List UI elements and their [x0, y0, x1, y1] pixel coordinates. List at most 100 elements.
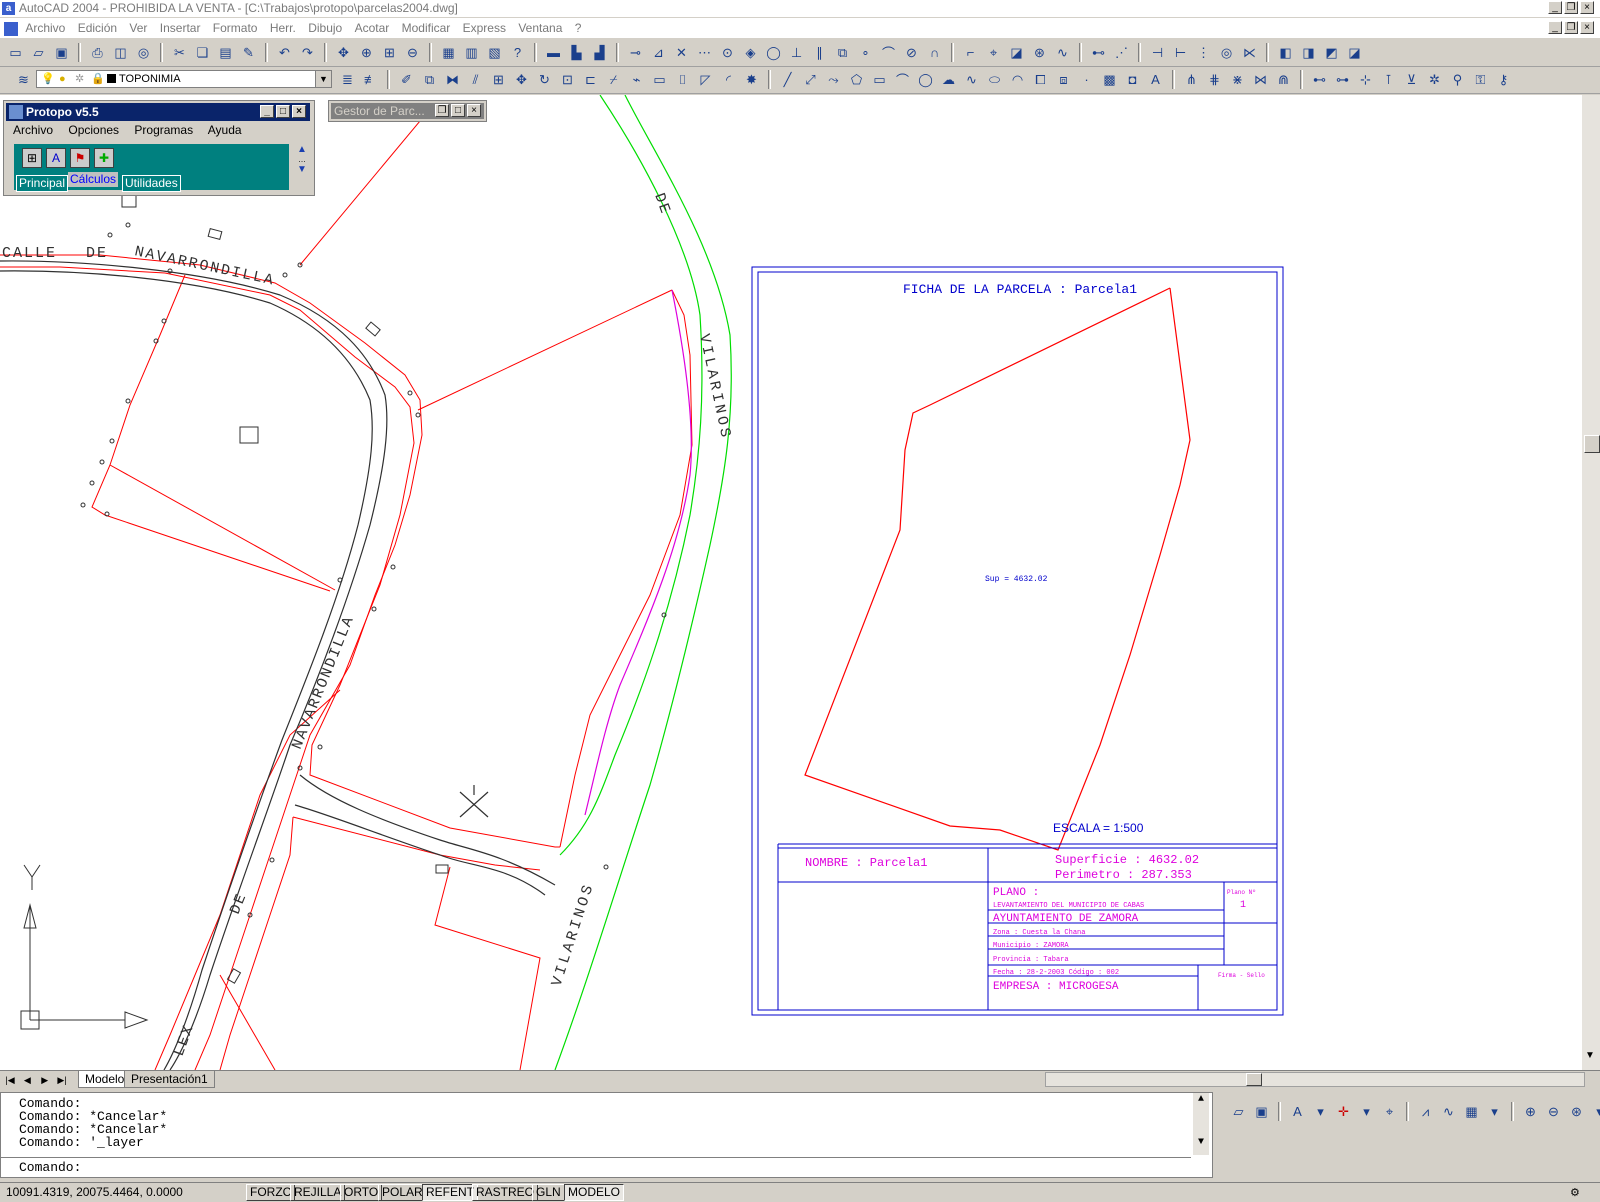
- copy-object-icon[interactable]: ⧉: [420, 70, 439, 89]
- tray-icon[interactable]: ⚙: [1570, 1184, 1580, 1202]
- gestor-restore-icon[interactable]: ❐: [435, 104, 449, 117]
- minimize-icon[interactable]: _: [1548, 1, 1562, 14]
- modify-break-icon[interactable]: ⋮: [1194, 43, 1213, 62]
- nearest-snap-icon[interactable]: ⌒: [879, 43, 898, 62]
- last-tab-icon[interactable]: ▶|: [55, 1073, 69, 1087]
- status-rastreo[interactable]: RASTREO: [472, 1184, 539, 1201]
- snap-point-icon[interactable]: ✛: [1334, 1102, 1353, 1121]
- pick-icon[interactable]: ⌖: [1380, 1102, 1399, 1121]
- layer-on-icon[interactable]: 💡: [41, 71, 55, 87]
- command-window[interactable]: Comando: Comando: *Cancelar* Comando: *C…: [0, 1092, 1213, 1178]
- doc-close-icon[interactable]: ×: [1580, 21, 1594, 34]
- scroll-thumb[interactable]: [1584, 435, 1600, 453]
- menu-herr[interactable]: Herr.: [270, 18, 296, 38]
- distance-icon[interactable]: ▬: [544, 43, 563, 62]
- match-properties-icon[interactable]: ✎: [239, 43, 258, 62]
- save-file-icon[interactable]: ▣: [1252, 1102, 1271, 1121]
- preview-icon[interactable]: ◫: [111, 43, 130, 62]
- protopo-calc-icon-3[interactable]: ⚑: [70, 148, 90, 168]
- node-snap-icon[interactable]: ∘: [856, 43, 875, 62]
- open-file-icon[interactable]: ▱: [1229, 1102, 1248, 1121]
- center-snap-icon[interactable]: ⊙: [718, 43, 737, 62]
- protopo-tool-8-icon[interactable]: ⊹: [1356, 70, 1375, 89]
- ucs-object-icon[interactable]: ◪: [1007, 43, 1026, 62]
- perpendicular-snap-icon[interactable]: ⊥: [787, 43, 806, 62]
- menu-dibujo[interactable]: Dibujo: [308, 18, 342, 38]
- hscroll-thumb[interactable]: [1246, 1073, 1262, 1086]
- status-gln[interactable]: GLN: [532, 1184, 565, 1201]
- zoom-previous-icon[interactable]: ⊖: [403, 43, 422, 62]
- profile-icon[interactable]: ⩘: [1416, 1102, 1435, 1121]
- explode-icon[interactable]: ✸: [742, 70, 761, 89]
- protopo-tool-14-icon[interactable]: ⚷: [1494, 70, 1513, 89]
- menu-ventana[interactable]: Ventana: [518, 18, 562, 38]
- dimension-icon[interactable]: ⊷: [1089, 43, 1108, 62]
- circle-icon[interactable]: ◯: [916, 70, 935, 89]
- scale-icon[interactable]: ⊡: [558, 70, 577, 89]
- command-scroll-up-icon[interactable]: ▲: [1193, 1093, 1209, 1106]
- zoom-extents-icon[interactable]: ⊛: [1567, 1102, 1586, 1121]
- osnap-settings-icon[interactable]: ∩: [925, 43, 944, 62]
- protopo-menu-archivo[interactable]: Archivo: [13, 123, 53, 137]
- move-icon[interactable]: ✥: [512, 70, 531, 89]
- parallel-snap-icon[interactable]: ∥: [810, 43, 829, 62]
- cursor-coordinates[interactable]: 10091.4319, 20075.4464, 0.0000: [6, 1183, 183, 1201]
- scroll-down-icon[interactable]: ▼: [1585, 1050, 1595, 1061]
- open-icon[interactable]: ▱: [29, 43, 48, 62]
- insert-snap-icon[interactable]: ⧉: [833, 43, 852, 62]
- arc-icon[interactable]: ⌒: [893, 70, 912, 89]
- menu-archivo[interactable]: Archivo: [25, 18, 65, 38]
- rectangle-icon[interactable]: ▭: [870, 70, 889, 89]
- restore-icon[interactable]: ❐: [1564, 1, 1578, 14]
- offset-icon[interactable]: ⫽: [466, 70, 485, 89]
- status-orto[interactable]: ORTO: [340, 1184, 383, 1201]
- dropdown-icon[interactable]: ▾: [1485, 1102, 1504, 1121]
- break-icon[interactable]: ▭: [650, 70, 669, 89]
- modify-chamfer-icon[interactable]: ⋉: [1240, 43, 1259, 62]
- menu-modificar[interactable]: Modificar: [402, 18, 451, 38]
- protopo-maximize-icon[interactable]: □: [276, 105, 290, 118]
- tangent-snap-icon[interactable]: ◯: [764, 43, 783, 62]
- modify-trim-icon[interactable]: ⊣: [1148, 43, 1167, 62]
- publish-icon[interactable]: ◎: [134, 43, 153, 62]
- gestor-panel[interactable]: Gestor de Parc... ❐ □ ×: [328, 100, 487, 122]
- document-icon[interactable]: [4, 21, 18, 36]
- layer-viewport-icon[interactable]: ✲: [75, 71, 84, 87]
- protopo-tool-4-icon[interactable]: ⋈: [1251, 70, 1270, 89]
- line-icon[interactable]: ╱: [778, 70, 797, 89]
- modify-join-icon[interactable]: ◎: [1217, 43, 1236, 62]
- status-refent[interactable]: REFENT: [422, 1184, 478, 1201]
- protopo-scroll[interactable]: ▲ … ▼: [294, 144, 310, 190]
- break-at-point-icon[interactable]: ⌷: [673, 70, 692, 89]
- status-modelo[interactable]: MODELO: [564, 1184, 625, 1201]
- protopo-tool-3-icon[interactable]: ⋇: [1228, 70, 1247, 89]
- insert-block-icon[interactable]: ⧠: [1031, 70, 1050, 89]
- view-front-icon[interactable]: ◧: [1276, 43, 1295, 62]
- ellipse-icon[interactable]: ⬭: [985, 70, 1004, 89]
- protopo-tab-principal[interactable]: Principal: [16, 175, 69, 192]
- spline-icon[interactable]: ∿: [962, 70, 981, 89]
- drawing-canvas[interactable]: CALLE DE NAVARRONDILLA NAVARRONDILLA VIL…: [0, 95, 1582, 1070]
- zoom-in-icon[interactable]: ⊕: [1521, 1102, 1540, 1121]
- stretch-icon[interactable]: ⊏: [581, 70, 600, 89]
- layer-thaw-icon[interactable]: ●: [59, 71, 66, 87]
- area-icon[interactable]: ▙: [567, 43, 586, 62]
- pan-icon[interactable]: ✥: [334, 43, 353, 62]
- menu-edicion[interactable]: Edición: [78, 18, 117, 38]
- protopo-menu-programas[interactable]: Programas: [134, 123, 193, 137]
- protopo-tab-calculos[interactable]: Cálculos: [68, 172, 119, 187]
- make-block-icon[interactable]: ⧈: [1054, 70, 1073, 89]
- protopo-tool-5-icon[interactable]: ⋒: [1274, 70, 1293, 89]
- gestor-close-icon[interactable]: ×: [467, 104, 481, 117]
- chevron-down-icon[interactable]: ▼: [315, 71, 331, 87]
- midpoint-snap-icon[interactable]: ⊿: [649, 43, 668, 62]
- gestor-maximize-icon[interactable]: □: [451, 104, 465, 117]
- fillet-icon[interactable]: ◜: [719, 70, 738, 89]
- properties-icon[interactable]: ▦: [439, 43, 458, 62]
- status-polar[interactable]: POLAR: [378, 1184, 427, 1201]
- view-back-icon[interactable]: ◨: [1299, 43, 1318, 62]
- none-snap-icon[interactable]: ⊘: [902, 43, 921, 62]
- protopo-scroll-middle-icon[interactable]: …: [294, 155, 310, 164]
- curve-icon[interactable]: ∿: [1439, 1102, 1458, 1121]
- prev-tab-icon[interactable]: ◀: [20, 1073, 34, 1087]
